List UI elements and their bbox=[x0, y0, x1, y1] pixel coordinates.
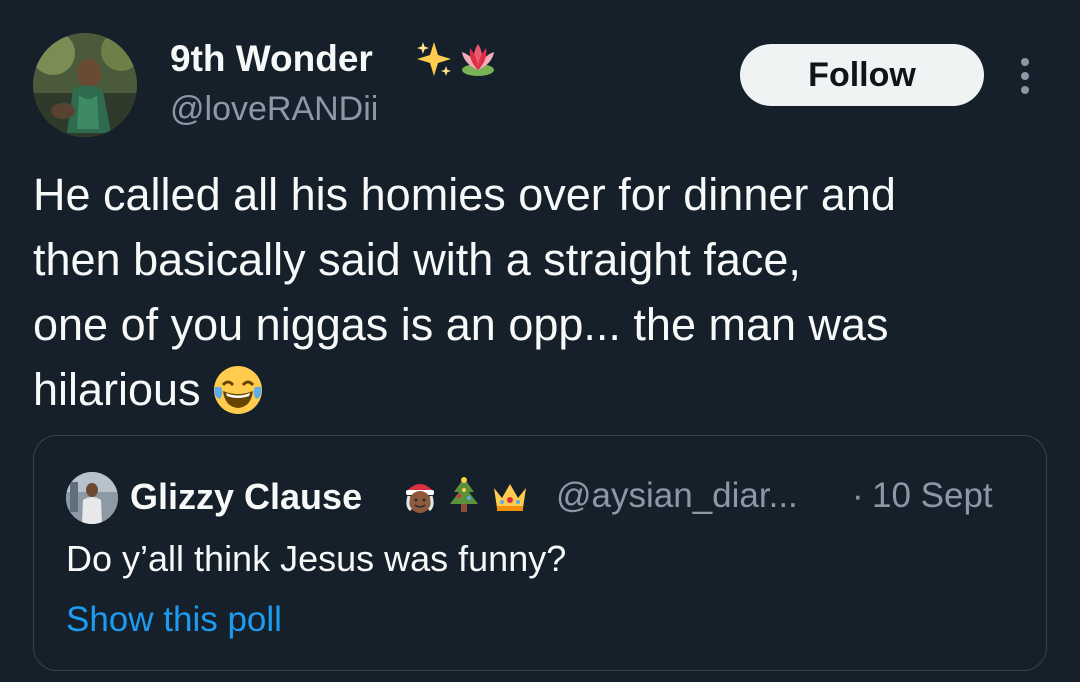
tweet: 9th Wonder @loveRANDii Follow He called … bbox=[0, 0, 1080, 682]
tweet-text-line: then basically said with a straight face… bbox=[33, 234, 801, 285]
show-poll-link[interactable]: Show this poll bbox=[66, 600, 282, 640]
tweet-text-line: hilarious bbox=[33, 364, 201, 415]
tweet-text: He called all his homies over for dinner… bbox=[33, 162, 1043, 422]
tweet-text-line: He called all his homies over for dinner… bbox=[33, 169, 896, 220]
face-with-tears-of-joy-icon bbox=[211, 363, 265, 417]
crown-icon bbox=[490, 476, 530, 516]
author-handle[interactable]: @loveRANDii bbox=[170, 90, 378, 129]
tweet-text-last-line: hilarious bbox=[33, 357, 1043, 422]
author-avatar[interactable] bbox=[33, 33, 137, 137]
quoted-tweet-card[interactable]: Glizzy Clause @aysian_diar... · 10 Sept … bbox=[33, 435, 1047, 671]
author-display-name[interactable]: 9th Wonder bbox=[170, 38, 373, 80]
tweet-text-line: one of you niggas is an opp... the man w… bbox=[33, 299, 889, 350]
more-options-icon[interactable] bbox=[1012, 56, 1038, 96]
quoted-author-display-name[interactable]: Glizzy Clause bbox=[130, 476, 362, 518]
separator-dot: · bbox=[852, 476, 864, 515]
christmas-tree-icon bbox=[444, 476, 484, 516]
follow-button[interactable]: Follow bbox=[740, 44, 984, 106]
mrs-claus-icon bbox=[400, 476, 440, 516]
quoted-author-avatar[interactable] bbox=[66, 472, 118, 524]
quoted-tweet-text: Do y’all think Jesus was funny? bbox=[66, 538, 567, 579]
sparkles-icon bbox=[415, 40, 453, 78]
lotus-icon bbox=[458, 40, 496, 78]
quoted-tweet-date[interactable]: 10 Sept bbox=[872, 476, 993, 516]
quoted-author-handle[interactable]: @aysian_diar... bbox=[556, 476, 798, 516]
